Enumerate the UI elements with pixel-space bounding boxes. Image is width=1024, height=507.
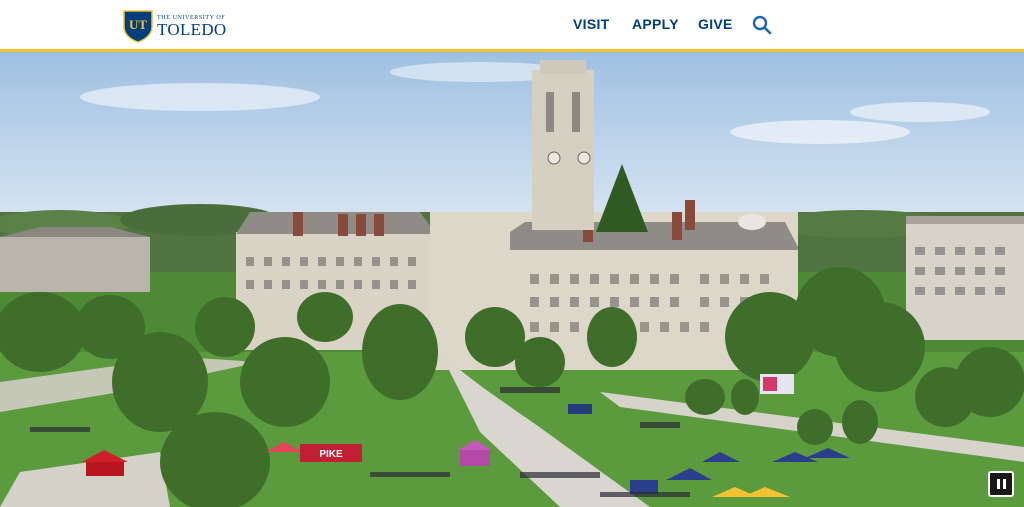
nav-give-link[interactable]: GIVE	[698, 16, 733, 32]
hero-video[interactable]: PIKE	[0, 52, 1024, 507]
nav-visit-link[interactable]: VISIT	[573, 16, 610, 32]
pause-icon-bar-right	[1002, 479, 1006, 489]
site-header: UT THE UNIVERSITY OF TOLEDO VISIT APPLY …	[0, 0, 1024, 49]
primary-nav: VISIT	[573, 16, 610, 32]
search-icon[interactable]	[752, 15, 772, 35]
primary-nav-give: GIVE	[698, 16, 733, 32]
logo-wordmark: THE UNIVERSITY OF TOLEDO	[157, 15, 226, 38]
pause-icon-bar-left	[996, 479, 1000, 489]
primary-nav-apply: APPLY	[632, 16, 679, 32]
logo-monogram: UT	[129, 17, 147, 32]
nav-apply-link[interactable]: APPLY	[632, 16, 679, 32]
university-logo[interactable]: UT THE UNIVERSITY OF TOLEDO	[122, 8, 226, 44]
campus-aerial-image: PIKE	[0, 52, 1024, 507]
tent-banner-text: PIKE	[319, 449, 343, 460]
shield-logo-icon: UT	[123, 10, 153, 43]
logo-line2: TOLEDO	[157, 19, 227, 39]
pause-button[interactable]	[988, 471, 1014, 497]
